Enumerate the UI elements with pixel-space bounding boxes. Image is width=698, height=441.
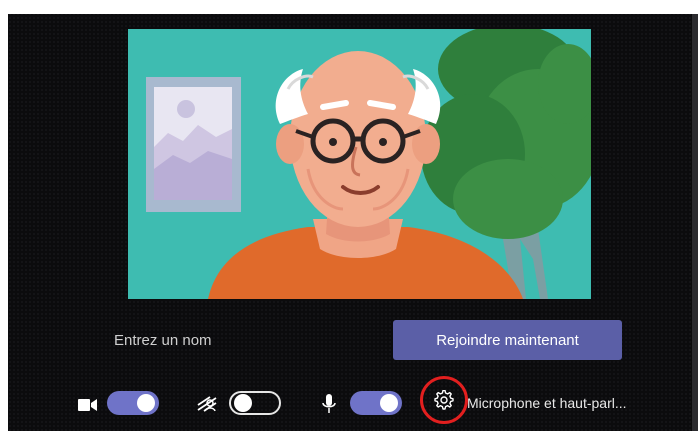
wall-picture: [146, 77, 241, 212]
meeting-prejoin-screen: Rejoindre maintenant: [0, 0, 698, 441]
microphone-icon[interactable]: [322, 394, 336, 414]
microphone-toggle[interactable]: [350, 391, 402, 415]
video-preview: [128, 29, 591, 299]
background-blur-icon[interactable]: [196, 394, 218, 414]
name-input[interactable]: [90, 322, 370, 358]
join-now-button[interactable]: Rejoindre maintenant: [393, 320, 622, 360]
avatar-illustration: [128, 29, 591, 299]
device-settings-button[interactable]: [420, 376, 468, 424]
microphone-toggle-knob: [380, 394, 398, 412]
right-edge: [692, 14, 698, 431]
audio-device-label[interactable]: Microphone et haut-parl...: [467, 395, 689, 411]
left-border: [0, 14, 8, 431]
bottom-border: [0, 431, 698, 441]
background-toggle[interactable]: [229, 391, 281, 415]
camera-icon[interactable]: [78, 398, 98, 412]
gear-icon: [434, 390, 454, 410]
camera-toggle-knob: [137, 394, 155, 412]
top-border: [0, 0, 698, 14]
background-toggle-knob: [234, 394, 252, 412]
camera-toggle[interactable]: [107, 391, 159, 415]
